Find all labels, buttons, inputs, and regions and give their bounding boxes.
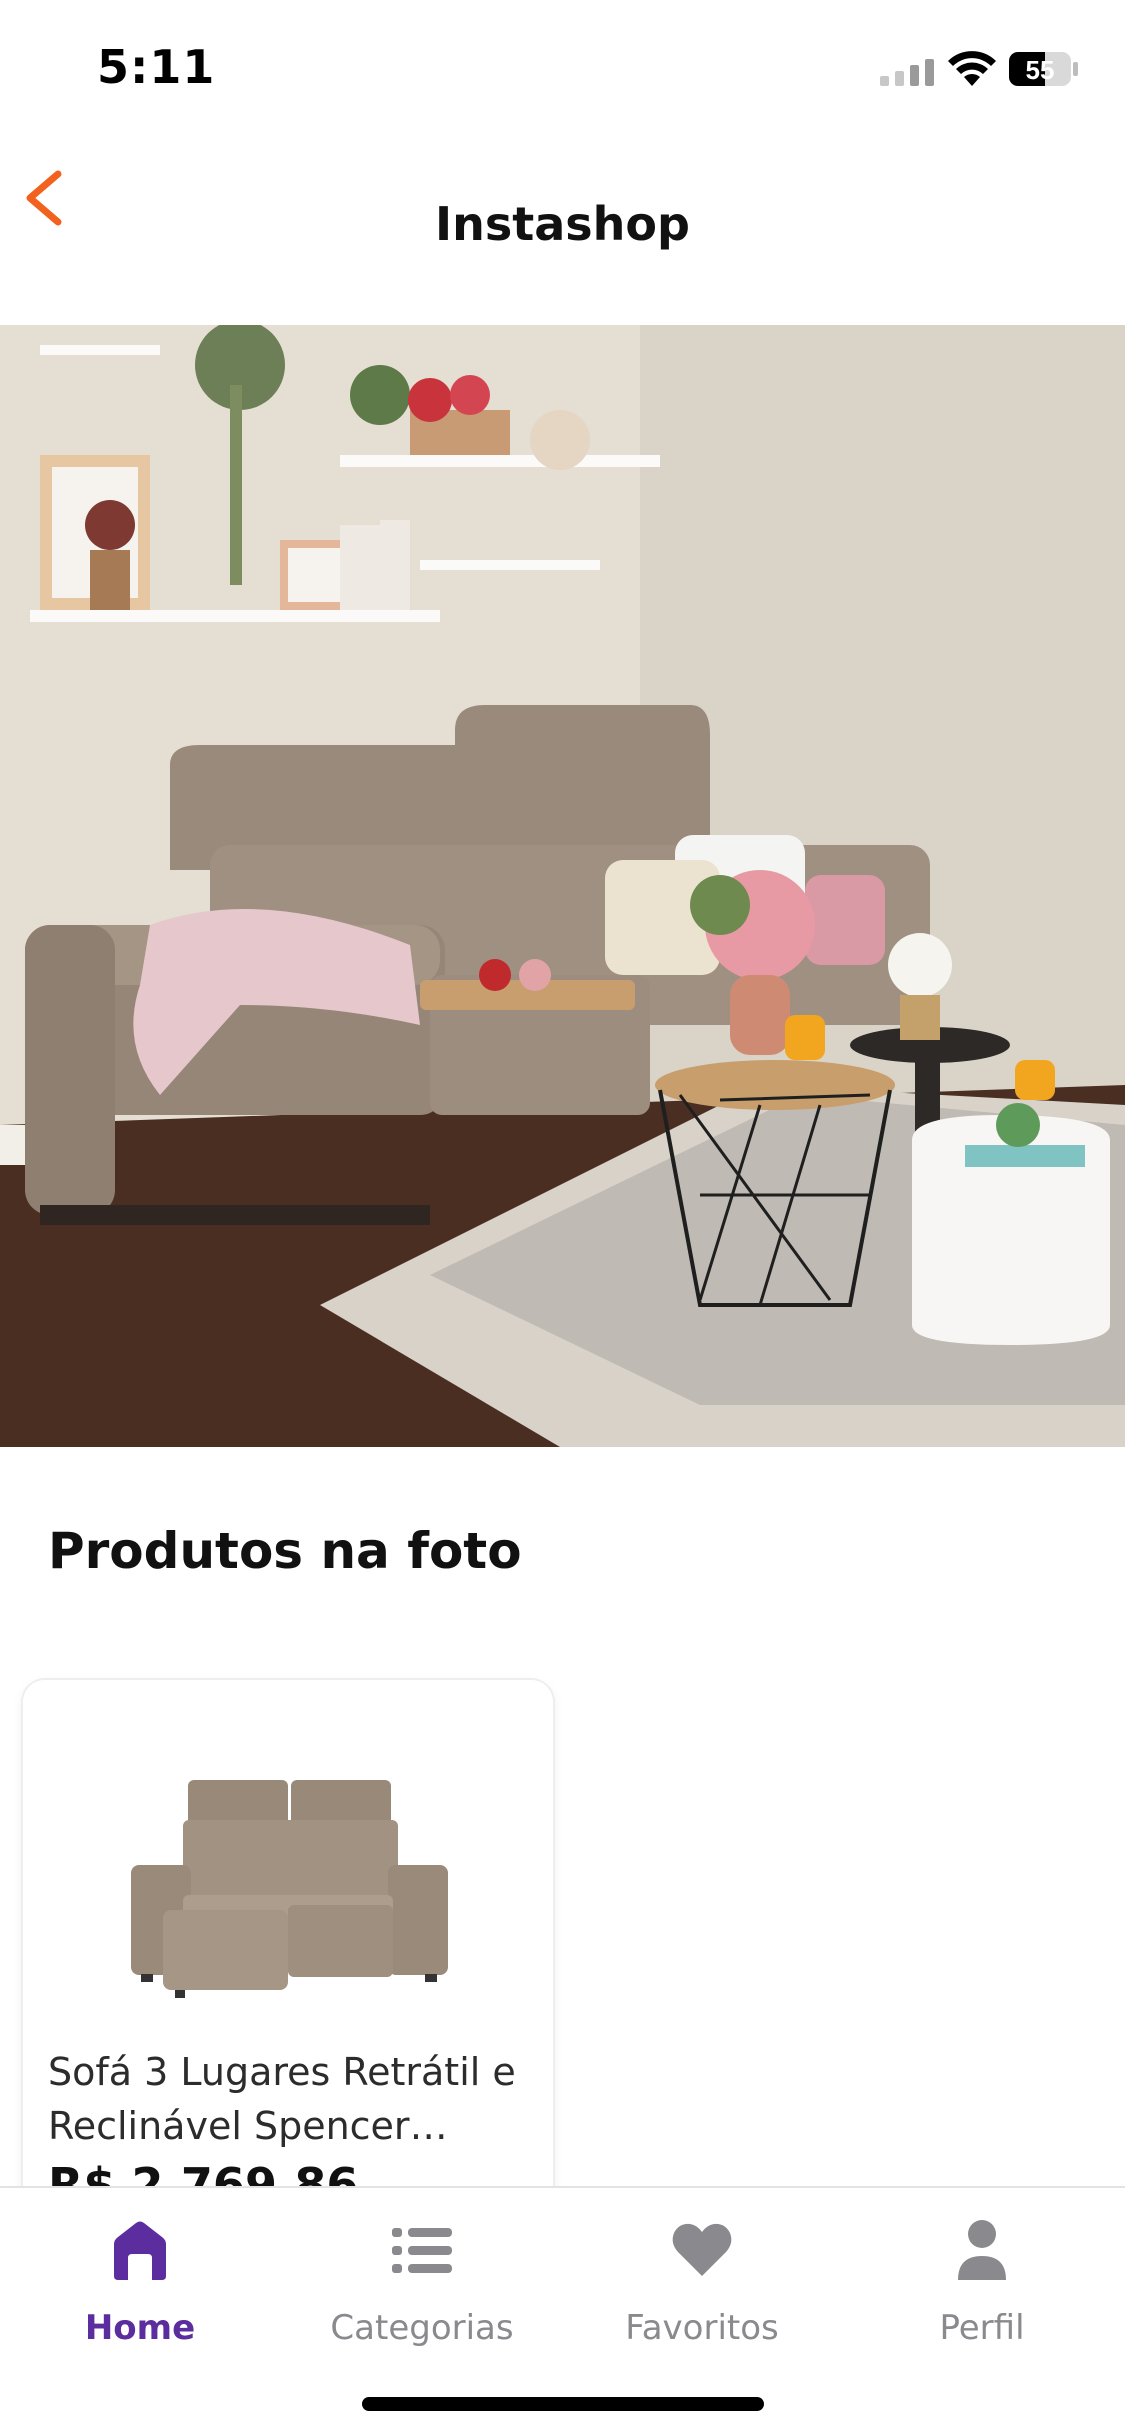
page-title: Instashop <box>435 197 690 251</box>
status-time: 5:11 <box>97 40 216 94</box>
tab-profile[interactable]: Perfil <box>872 2208 1092 2348</box>
products-section-heading: Produtos na foto <box>48 1522 522 1580</box>
tab-home-label: Home <box>84 2308 196 2348</box>
product-name: Sofá 3 Lugares Retrátil e Reclinável Spe… <box>48 2050 516 2148</box>
sofa-product-image <box>23 1680 553 2040</box>
home-icon <box>114 2221 166 2280</box>
living-room-photo <box>0 325 1125 1447</box>
status-bar: 5:11 55 <box>0 0 1125 140</box>
tab-categories[interactable]: Categorias <box>312 2208 532 2348</box>
wifi-icon <box>948 51 996 86</box>
tab-categories-label: Categorias <box>330 2308 514 2348</box>
list-icon <box>392 2228 452 2273</box>
tab-home[interactable]: Home <box>30 2208 250 2348</box>
tab-favorites-label: Favoritos <box>625 2308 779 2348</box>
battery-icon: 55 <box>1009 52 1078 86</box>
tab-profile-label: Perfil <box>939 2308 1025 2348</box>
home-indicator[interactable] <box>362 2397 764 2411</box>
cellular-signal-icon <box>880 59 934 86</box>
battery-level-text: 55 <box>1026 55 1055 85</box>
person-icon <box>958 2220 1006 2280</box>
heart-icon <box>672 2223 732 2276</box>
tab-favorites[interactable]: Favoritos <box>592 2208 812 2348</box>
